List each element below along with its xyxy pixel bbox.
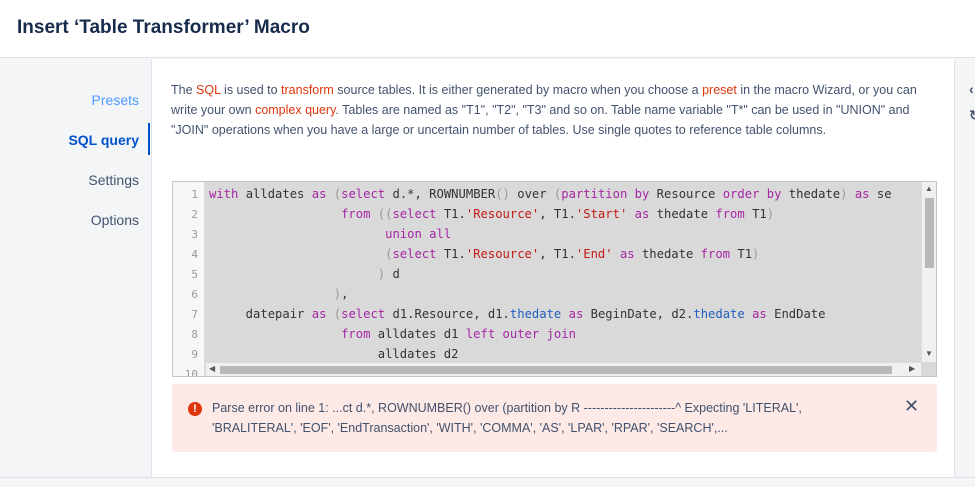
parse-error-alert: ! Parse error on line 1: ...ct d.*, ROWN… (172, 384, 937, 452)
dialog-footer-divider (0, 477, 975, 487)
editor-horizontal-scrollbar[interactable]: ◀ ▶ (206, 362, 921, 376)
chevron-left-icon[interactable]: ‹ (969, 81, 974, 97)
line-number: 3 (191, 228, 198, 241)
line-number: 7 (191, 308, 198, 321)
sidebar-item-presets[interactable]: Presets (92, 92, 139, 108)
line-number: 5 (191, 268, 198, 281)
scroll-left-icon[interactable]: ◀ (209, 364, 215, 373)
vertical-scroll-thumb[interactable] (925, 198, 934, 268)
code-line-9: alldates d2 (209, 347, 459, 361)
line-number-gutter: 1 2 3 4 5 6 7 8 9 10 (173, 182, 205, 377)
refresh-icon[interactable]: ↻ (969, 107, 975, 124)
line-number: 9 (191, 348, 198, 361)
sidebar: Presets SQL query Settings Options (0, 59, 150, 477)
code-line-6: ), (333, 287, 349, 301)
dialog-title: Insert ‘Table Transformer’ Macro (17, 17, 310, 38)
code-line-1: with alldates as (select d.*, ROWNUMBER(… (209, 187, 892, 201)
close-icon[interactable]: ✕ (904, 396, 919, 417)
code-line-4: (select T1.'Resource', T1.'End' as theda… (385, 247, 760, 261)
scroll-up-icon[interactable]: ▲ (925, 184, 933, 193)
transform-link[interactable]: transform (281, 83, 334, 97)
code-line-5: ) d (377, 267, 400, 281)
active-tab-indicator (148, 123, 150, 155)
sidebar-item-options[interactable]: Options (91, 212, 139, 228)
line-number: 1 (191, 188, 198, 201)
error-icon: ! (188, 402, 202, 416)
preset-link[interactable]: preset (702, 83, 737, 97)
line-number: 10 (184, 368, 198, 377)
error-message: Parse error on line 1: ...ct d.*, ROWNUM… (212, 401, 802, 435)
sidebar-item-sql-query[interactable]: SQL query (68, 132, 139, 148)
sql-link[interactable]: SQL (196, 83, 221, 97)
editor-vertical-scrollbar[interactable]: ▲ ▼ (921, 182, 936, 362)
code-line-2: from ((select T1.'Resource', T1.'Start' … (341, 207, 775, 221)
desc-text: The (171, 83, 197, 97)
complex-query-link[interactable]: complex query (255, 103, 335, 117)
desc-text: is used to (220, 83, 282, 97)
scroll-down-icon[interactable]: ▼ (925, 349, 933, 358)
code-line-3: union all (385, 227, 452, 241)
main-content: The SQL is used to transform source tabl… (151, 59, 954, 477)
horizontal-scroll-thumb[interactable] (220, 366, 892, 374)
sql-description: The SQL is used to transform source tabl… (171, 80, 941, 140)
sql-editor[interactable]: 1 2 3 4 5 6 7 8 9 10 with alldates as (s… (172, 181, 937, 377)
code-line-8: from alldates d1 left outer join (341, 327, 576, 341)
desc-text: source tables. It is either generated by… (333, 83, 703, 97)
right-rail: ‹ ↻ (954, 59, 975, 477)
scroll-right-icon[interactable]: ▶ (909, 364, 915, 373)
line-number: 8 (191, 328, 198, 341)
code-line-7: datepair as (select d1.Resource, d1.thed… (209, 307, 826, 321)
dialog-header: Insert ‘Table Transformer’ Macro (0, 0, 975, 58)
line-number: 2 (191, 208, 198, 221)
line-number: 6 (191, 288, 198, 301)
sidebar-item-settings[interactable]: Settings (88, 172, 139, 188)
line-number: 4 (191, 248, 198, 261)
